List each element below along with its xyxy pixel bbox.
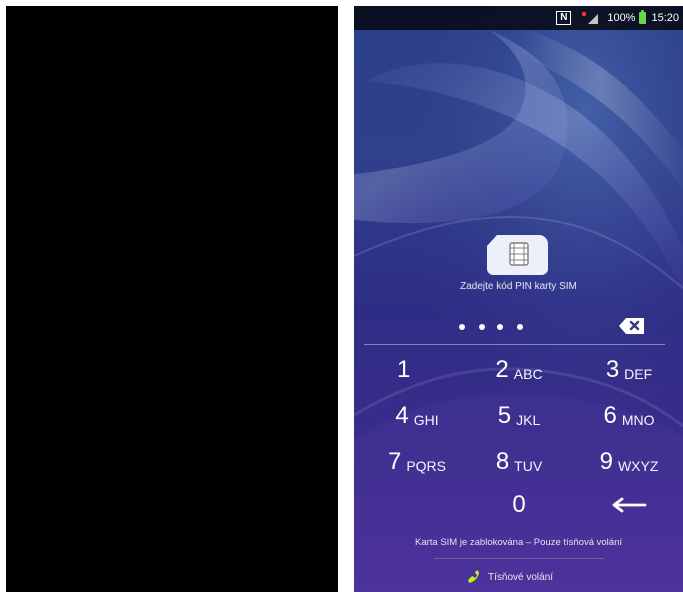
key-digit: 6 xyxy=(603,402,617,429)
enter-arrow-icon xyxy=(612,497,646,513)
sim-card-icon xyxy=(487,235,548,275)
keypad-key-3[interactable]: 3 DEF xyxy=(583,350,675,390)
pin-keypad: 1 2 ABC 3 DEF 4 GHI 5 JKL 6 MNO 7 PQRS 8… xyxy=(354,350,683,524)
pin-entry-dots xyxy=(459,324,542,334)
battery-icon xyxy=(639,10,647,24)
keypad-key-8[interactable]: 8 TUV xyxy=(473,442,565,482)
key-letters: GHI xyxy=(413,411,439,428)
pin-dot xyxy=(497,324,503,330)
keypad-key-4[interactable]: 4 GHI xyxy=(371,396,463,436)
phone-icon xyxy=(468,570,479,583)
keypad-key-9[interactable]: 9 WXYZ xyxy=(583,442,675,482)
emergency-call-label: Tísňové volání xyxy=(488,571,554,583)
key-letters: TUV xyxy=(514,457,543,474)
sim-pin-instruction: Zadejte kód PIN karty SIM xyxy=(460,281,577,292)
key-letters: ABC xyxy=(513,365,543,382)
keypad-key-1[interactable]: 1 xyxy=(354,350,446,390)
status-bar: N 100% 15:20 xyxy=(354,6,683,30)
key-letters: DEF xyxy=(624,365,653,382)
pin-dot xyxy=(459,324,465,330)
keypad-key-5[interactable]: 5 JKL xyxy=(473,396,565,436)
key-letters: WXYZ xyxy=(617,457,659,474)
pin-separator xyxy=(364,344,665,345)
key-digit: 3 xyxy=(605,356,620,383)
keypad-key-6[interactable]: 6 MNO xyxy=(583,396,675,436)
key-digit: 5 xyxy=(497,402,512,429)
pin-dot xyxy=(517,324,523,330)
battery-percentage: 100% xyxy=(607,11,636,24)
backspace-icon[interactable] xyxy=(618,317,646,335)
enter-button[interactable] xyxy=(583,485,675,525)
status-icons: N 100% 15:20 xyxy=(556,10,679,25)
key-letters: PQRS xyxy=(406,457,447,474)
key-digit: 0 xyxy=(512,491,526,518)
key-digit: 8 xyxy=(495,448,510,475)
pin-dot xyxy=(479,324,485,330)
keypad-key-7[interactable]: 7 PQRS xyxy=(371,442,463,482)
key-digit: 7 xyxy=(387,448,402,475)
keypad-key-2[interactable]: 2 ABC xyxy=(473,350,565,390)
key-digit: 4 xyxy=(395,402,409,429)
key-letters: MNO xyxy=(621,411,655,428)
key-digit: 1 xyxy=(397,356,411,383)
keypad-key-0[interactable]: 0 xyxy=(473,485,565,525)
signal-icon xyxy=(582,12,599,24)
key-digit: 2 xyxy=(495,356,509,383)
sim-locked-message: Karta SIM je zablokována – Pouze tísňová… xyxy=(414,537,622,548)
bottom-separator xyxy=(434,558,604,559)
sim-pin-lock-screen: N 100% 15:20 Zadejte kód PIN karty SIM 1… xyxy=(354,6,683,592)
clock: 15:20 xyxy=(651,11,679,24)
key-letters: JKL xyxy=(516,411,541,428)
nfc-icon: N xyxy=(556,11,572,25)
key-digit: 9 xyxy=(599,448,613,475)
emergency-call-button[interactable]: Tísňové volání xyxy=(466,567,553,587)
blank-black-panel xyxy=(6,6,338,592)
